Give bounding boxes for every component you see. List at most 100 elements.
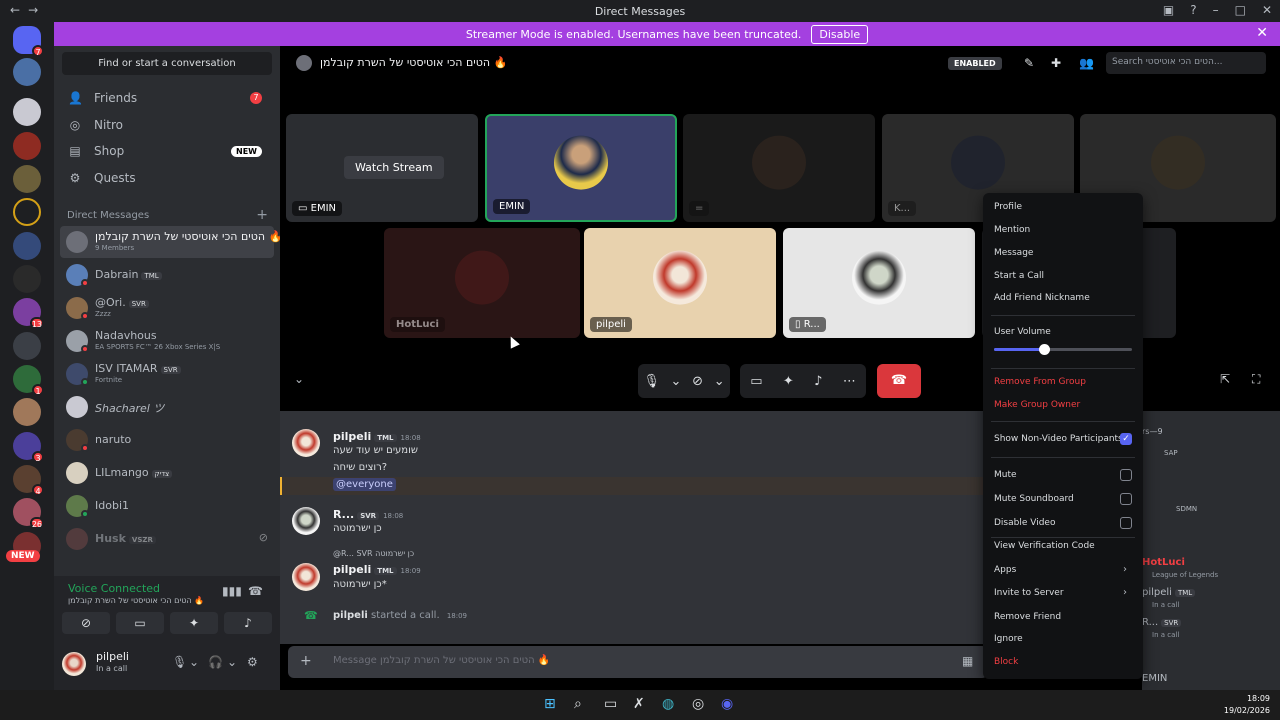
nav-friends[interactable]: 👤 Friends 7 (62, 85, 272, 111)
edge-browser-icon[interactable]: ◍ (662, 696, 674, 712)
menu-disable-video[interactable]: Disable Video (994, 518, 1055, 528)
video-tile[interactable]: HotLuci (384, 228, 580, 338)
checkbox-icon[interactable] (1120, 493, 1132, 505)
system-clock[interactable]: 18:09 19/02/2026 (1224, 693, 1270, 717)
server-icon[interactable] (13, 332, 41, 360)
find-conversation-button[interactable]: Find or start a conversation (62, 52, 272, 75)
message-author[interactable]: pilpeli TML 18:09 (333, 563, 421, 576)
author-name[interactable]: R... (333, 508, 354, 521)
chevron-down-icon[interactable]: ⌄ (189, 655, 199, 669)
camera-off-icon[interactable]: ⊘ (692, 374, 703, 389)
member-item[interactable]: pilpeli TML (1142, 587, 1196, 598)
nav-quests[interactable]: ⚙ Quests (62, 165, 272, 191)
menu-remove-from-group[interactable]: Remove From Group (994, 377, 1086, 387)
message-avatar[interactable] (292, 563, 320, 591)
server-icon[interactable] (13, 58, 41, 86)
menu-mute-soundboard[interactable]: Mute Soundboard (994, 494, 1074, 504)
server-icon[interactable] (13, 98, 41, 126)
call-log-author[interactable]: pilpeli (333, 610, 368, 621)
inbox-icon[interactable]: ▣ (1163, 3, 1174, 17)
apps-icon[interactable]: ▦ (962, 654, 973, 668)
close-window-icon[interactable]: ✕ (1262, 3, 1272, 17)
member-item[interactable]: SDMN (1176, 505, 1197, 513)
chevron-down-icon[interactable]: ⌄ (714, 374, 725, 389)
server-icon[interactable]: 4 (13, 465, 44, 496)
voice-connected-label[interactable]: Voice Connected (68, 582, 160, 595)
obs-icon[interactable]: ◎ (692, 696, 704, 712)
video-tile[interactable]: pilpeli (584, 228, 776, 338)
file-explorer-icon[interactable]: ▭ (604, 696, 617, 712)
stream-tile[interactable]: Watch Stream ▭ EMIN (286, 114, 478, 222)
chevron-down-icon[interactable]: ⌄ (227, 655, 237, 669)
disconnect-icon[interactable]: ☎ (248, 584, 263, 598)
member-name[interactable]: pilpeli (1142, 587, 1172, 598)
message-composer[interactable]: + Message הטים הכי אוטיסטי של השרת קובלמ… (288, 646, 988, 678)
banner-close-icon[interactable]: ✕ (1256, 25, 1268, 41)
menu-start-call[interactable]: Start a Call (994, 271, 1044, 281)
member-item[interactable]: SAP (1164, 449, 1178, 457)
menu-block[interactable]: Block (994, 657, 1018, 667)
everyone-mention[interactable]: @everyone (333, 478, 396, 491)
checkbox-checked-icon[interactable]: ✓ (1120, 433, 1132, 445)
more-icon[interactable]: ⋯ (843, 374, 856, 389)
dm-item[interactable]: naruto (60, 424, 274, 456)
volume-knob[interactable] (1038, 344, 1050, 355)
server-icon[interactable] (13, 132, 41, 160)
server-icon[interactable] (13, 232, 41, 260)
video-off-button[interactable]: ⊘ (62, 612, 110, 634)
discord-taskbar-icon[interactable]: ◉ (721, 696, 733, 712)
menu-mute[interactable]: Mute (994, 470, 1017, 480)
user-avatar[interactable] (62, 652, 86, 676)
create-dm-icon[interactable]: + (256, 207, 268, 223)
video-tile[interactable]: = (683, 114, 875, 222)
minimize-icon[interactable]: – (1213, 3, 1219, 17)
popout-icon[interactable]: ⇱ (1220, 372, 1230, 386)
headphones-icon[interactable]: 🎧 (208, 655, 223, 669)
message-avatar[interactable] (292, 507, 320, 535)
nav-nitro[interactable]: ◎ Nitro (62, 112, 272, 138)
terminal-icon[interactable]: ✗ (633, 696, 645, 712)
menu-show-non-video[interactable]: Show Non-Video Participants (994, 434, 1123, 444)
menu-ignore[interactable]: Ignore (994, 634, 1023, 644)
member-item[interactable]: R... SVR (1142, 617, 1182, 628)
activities-button[interactable]: ✦ (170, 612, 218, 634)
dm-item[interactable]: ISV ITAMAR SVR Fortnite (60, 358, 274, 390)
maximize-icon[interactable]: □ (1235, 3, 1246, 17)
end-call-button[interactable]: ☎ (877, 364, 921, 398)
microphone-icon[interactable]: 🎙 (643, 374, 660, 389)
search-input[interactable]: Search הטים הכי אוטיסטי... (1106, 52, 1266, 74)
message-input[interactable]: Message הטים הכי אוטיסטי של השרת קובלמן … (333, 655, 550, 666)
attach-plus-icon[interactable]: + (300, 653, 312, 669)
server-icon[interactable]: 26 (13, 498, 44, 529)
menu-message[interactable]: Message (994, 248, 1033, 258)
add-member-icon[interactable]: ✚ (1051, 56, 1061, 70)
new-servers-pill[interactable]: NEW (6, 550, 40, 562)
fullscreen-icon[interactable]: ⛶ (1252, 372, 1260, 387)
dm-item[interactable]: Idobi1 (60, 490, 274, 522)
video-tile[interactable]: EMIN (485, 114, 677, 222)
noise-suppression-icon[interactable]: ▮▮▮ (222, 584, 242, 598)
dm-item[interactable]: LILmango צדיק (60, 457, 274, 489)
checkbox-icon[interactable] (1120, 469, 1132, 481)
menu-apps[interactable]: Apps (994, 565, 1016, 575)
dm-item[interactable]: הטים הכי אוטיסטי של השרת קובלמן 🔥 9 Memb… (60, 226, 282, 258)
soundboard-icon[interactable]: ♪ (814, 374, 822, 389)
server-icon[interactable]: 3 (13, 432, 44, 463)
member-item[interactable]: HotLuci (1142, 557, 1185, 568)
dm-item[interactable]: Husk VSZR ⊘ (60, 523, 274, 555)
menu-invite-to-server[interactable]: Invite to Server (994, 588, 1064, 598)
disable-streamer-button[interactable]: Disable (811, 24, 869, 44)
help-icon[interactable]: ? (1190, 3, 1196, 17)
settings-gear-icon[interactable]: ⚙ (247, 655, 258, 669)
microphone-icon[interactable]: 🎙 (172, 655, 187, 669)
menu-add-nickname[interactable]: Add Friend Nickname (994, 293, 1090, 303)
chevron-down-icon[interactable]: ⌄ (671, 374, 682, 389)
collapse-chevron-icon[interactable]: ⌄ (294, 372, 304, 386)
user-volume-slider[interactable] (994, 344, 1132, 355)
menu-mention[interactable]: Mention (994, 225, 1030, 235)
nav-shop[interactable]: ▤ Shop NEW (62, 138, 272, 164)
server-icon[interactable]: 13 (13, 298, 44, 329)
start-menu-icon[interactable]: ⊞ (544, 696, 556, 712)
video-tile[interactable]: ▯ R... (783, 228, 975, 338)
screen-share-icon[interactable]: ▭ (750, 374, 762, 389)
